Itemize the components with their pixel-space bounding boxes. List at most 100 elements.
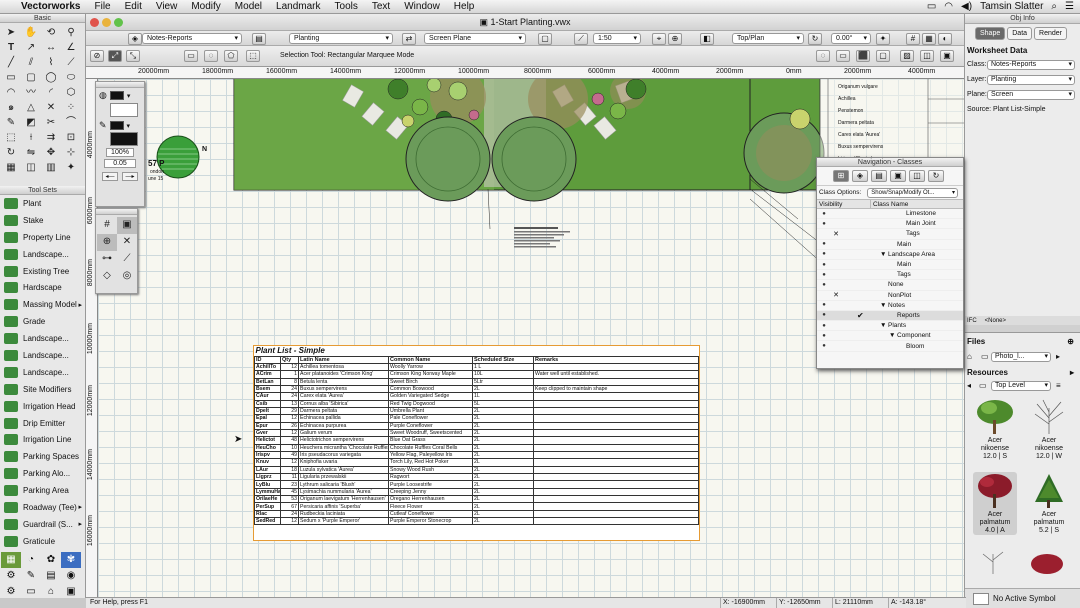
wifi-icon[interactable]: ◠ <box>944 1 953 12</box>
toolset-item[interactable]: Graticule <box>0 533 85 550</box>
class-row[interactable]: ● None <box>817 280 963 291</box>
class-options-dropdown[interactable]: Show/Snap/Modify Ot... <box>867 187 958 198</box>
fill-style-swatch[interactable] <box>109 91 124 100</box>
disclosure-triangle-icon[interactable]: ▼ <box>889 332 897 339</box>
wall-tool-icon[interactable]: ▦ <box>1 160 21 175</box>
detailing-icon[interactable]: ◔ <box>21 552 41 568</box>
flyover-icon[interactable]: ✦ <box>876 33 890 45</box>
shape-tool-5[interactable]: ▨ <box>900 50 914 62</box>
oval-tool-icon[interactable]: ⬭ <box>61 70 81 85</box>
fill-bucket-icon[interactable]: ◍ <box>99 90 107 101</box>
layer-options-icon[interactable]: ▦ <box>922 33 936 45</box>
snap-grid-icon[interactable]: # <box>97 217 117 234</box>
layer-dropdown[interactable]: Planting <box>289 33 393 44</box>
trim-tool-icon[interactable]: ✂ <box>41 115 61 130</box>
misc-toolset-3-icon[interactable]: ▣ <box>61 584 81 600</box>
nav-views-tab[interactable]: ▣ <box>890 170 906 182</box>
polyline-tool-icon[interactable]: ⌇ <box>41 55 61 70</box>
resources-list-icon[interactable]: ≡ <box>1056 381 1061 390</box>
add-file-icon[interactable]: ⊕ <box>1067 337 1074 346</box>
misc-toolset-icon[interactable]: ▭ <box>21 584 41 600</box>
class-row[interactable]: ● Tags <box>817 270 963 281</box>
toolset-item[interactable]: Drip Emitter <box>0 415 85 432</box>
rect-marquee-mode[interactable]: ▭ <box>184 50 198 62</box>
zoom-window-button[interactable] <box>114 18 123 27</box>
folder-icon[interactable]: ▭ <box>981 352 991 361</box>
class-row[interactable]: ● Main <box>817 240 963 250</box>
toolset-item[interactable]: Plant <box>0 195 85 212</box>
snap-tangent-icon[interactable]: ⟋ <box>117 251 137 268</box>
lasso-mode[interactable]: ◌ <box>204 50 218 62</box>
class-row[interactable]: ● ▼ Landscape Area <box>817 250 963 260</box>
class-row[interactable]: ● Main <box>817 260 963 271</box>
menu-app-name[interactable]: Vectorworks <box>14 1 87 12</box>
flyover-tool-icon[interactable]: ⟲ <box>41 25 61 40</box>
obj-plane-dropdown[interactable]: Screen <box>987 89 1075 100</box>
minimize-window-button[interactable] <box>102 18 111 27</box>
pen-color-preview[interactable] <box>110 132 138 146</box>
zoom-icon[interactable]: ⊕ <box>668 33 682 45</box>
tab-render[interactable]: Render <box>1034 27 1068 40</box>
misc-toolset-2-icon[interactable]: ⌂ <box>41 584 61 600</box>
pan-tool-icon[interactable]: ✋ <box>21 25 41 40</box>
rotate-tool-icon[interactable]: ↻ <box>1 145 21 160</box>
obj-layer-dropdown[interactable]: Planting <box>987 74 1075 85</box>
pen-icon[interactable]: ✎ <box>99 120 107 131</box>
visualization-icon[interactable]: ▤ <box>41 568 61 584</box>
snap-distance-icon[interactable]: ⊶ <box>97 251 117 268</box>
rotation-field[interactable]: 0.00° <box>831 33 871 44</box>
toolset-item[interactable]: Parking Spaces <box>0 448 85 465</box>
resource-thumb-partial[interactable] <box>973 550 1013 576</box>
hexagon-tool-icon[interactable]: ⬡ <box>61 85 81 100</box>
toolset-item[interactable]: Existing Tree <box>0 263 85 280</box>
menu-tools[interactable]: Tools <box>328 1 365 12</box>
scale-icon[interactable]: ⟋ <box>574 33 588 45</box>
arrowhead-start-icon[interactable]: ◂— <box>102 172 118 181</box>
visibility-eye-icon[interactable]: ● <box>819 312 829 318</box>
rounded-rect-tool-icon[interactable]: ▢ <box>21 70 41 85</box>
freehand-tool-icon[interactable]: 〰 <box>21 85 41 100</box>
volume-icon[interactable]: ◀) <box>961 1 972 12</box>
snap-intersection-icon[interactable]: ✕ <box>117 234 137 251</box>
visibility-eye-icon[interactable]: ● <box>819 221 829 227</box>
double-line-tool-icon[interactable]: ⫽ <box>21 55 41 70</box>
visibility-eye-icon[interactable]: ● <box>819 343 829 349</box>
grid-icon[interactable]: # <box>906 33 920 45</box>
offset-tool-icon[interactable]: ⇉ <box>41 130 61 145</box>
resource-folder-icon[interactable]: ▭ <box>979 381 991 390</box>
tab-data[interactable]: Data <box>1007 27 1033 40</box>
visibility-column-header[interactable]: Visibility <box>817 200 871 208</box>
files-menu-icon[interactable]: ▸ <box>1056 352 1060 361</box>
snap-angle-icon[interactable]: ⊕ <box>97 234 117 251</box>
visibility-icon[interactable]: ◐ <box>938 33 952 45</box>
arrowhead-end-icon[interactable]: —▸ <box>122 172 138 181</box>
resource-thumb[interactable]: Acer nikoense 12.0 | S <box>973 398 1017 461</box>
toolset-item[interactable]: Massing Model ▸ <box>0 296 85 313</box>
clip-tool-icon[interactable]: ⊡ <box>61 130 81 145</box>
symbol-tool-icon[interactable]: ✦ <box>61 160 81 175</box>
machine-design-icon[interactable]: ⚙ <box>1 584 21 600</box>
building-shell-icon[interactable]: ▦ <box>1 551 21 568</box>
callout-tool-icon[interactable]: ↗ <box>21 40 41 55</box>
visibility-eye-icon[interactable]: ● <box>819 272 829 278</box>
resource-thumb-partial[interactable] <box>1027 550 1067 576</box>
triangle-tool-icon[interactable]: △ <box>21 100 41 115</box>
class-row[interactable]: ● ▼ Component <box>817 331 963 342</box>
user-name[interactable]: Tamsin Slatter <box>980 1 1043 12</box>
search-icon[interactable]: ⌕ <box>1051 1 1057 12</box>
toolset-item[interactable]: Parking Alo... <box>0 465 85 482</box>
nav-classes-tab[interactable]: ⊞ <box>833 170 849 182</box>
snap-point-icon[interactable]: ◎ <box>117 268 137 285</box>
class-row[interactable]: ● ▼ Plants <box>817 321 963 332</box>
pen-style-swatch[interactable] <box>109 121 124 130</box>
furniture-icon[interactable]: ⚙ <box>1 568 21 584</box>
view-dropdown[interactable]: Top/Plan <box>732 33 804 44</box>
polygon-mode[interactable]: ⬠ <box>224 50 238 62</box>
mode-button-1[interactable]: ⊘ <box>90 50 104 62</box>
visibility-eye-icon[interactable]: ● <box>819 241 829 247</box>
files-dropdown[interactable]: Photo_l... <box>991 351 1051 362</box>
quarter-arc-tool-icon[interactable]: ◜ <box>41 85 61 100</box>
fit-icon[interactable]: ⌖ <box>652 33 666 45</box>
toolset-item[interactable]: Landscape... <box>0 330 85 347</box>
line-tool-icon[interactable]: ╱ <box>1 55 21 70</box>
